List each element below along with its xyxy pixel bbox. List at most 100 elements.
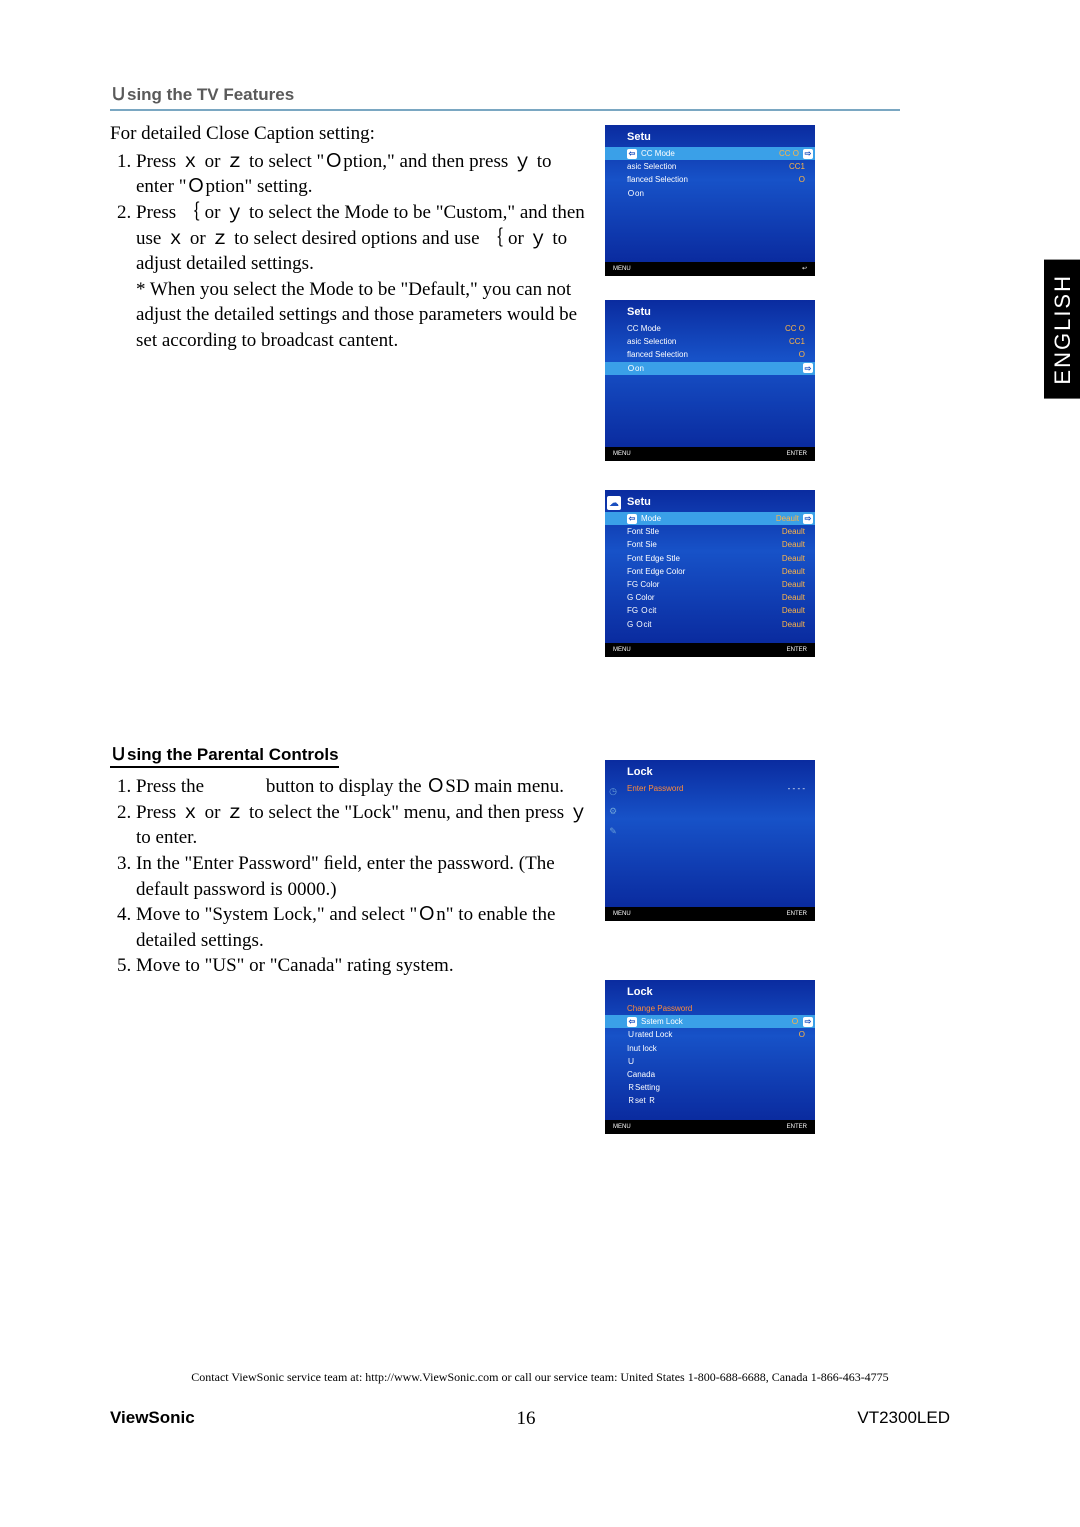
- osd-footer: MENU ENTER: [605, 643, 815, 657]
- osd-title: Setu: [605, 304, 815, 322]
- osd-key: ＲSetting: [627, 1082, 660, 1093]
- gear-icon: ☁: [607, 496, 621, 510]
- osd-value: Deault: [782, 526, 805, 537]
- osd-key: Sstem Lock: [637, 1016, 791, 1027]
- osd-row: Enter Password - - - -: [605, 782, 815, 795]
- osd-row: Font Edge ColorDeault: [605, 565, 815, 578]
- contact-footer: Contact ViewSonic service team at: http:…: [0, 1370, 1080, 1385]
- osd-row: Font Stle Deault: [605, 525, 815, 538]
- cc-note: * When you select the Mode to be "Defaul…: [136, 277, 590, 354]
- osd-row: Ｏon ⇨: [605, 362, 815, 375]
- footer-menu-hint: MENU: [613, 451, 631, 457]
- osd-key: Inut lock: [627, 1043, 657, 1054]
- list-item: Press the button to display the ＯSD main…: [136, 774, 590, 800]
- osd-key: asic Selection: [627, 161, 676, 172]
- divider: [110, 109, 900, 111]
- osd-row: Font SieDeault: [605, 538, 815, 551]
- osd-row: Ｏon: [605, 187, 815, 200]
- osd-value: Ｏ: [791, 1016, 799, 1027]
- osd-title: Lock: [605, 764, 815, 782]
- osd-value: O: [799, 349, 805, 360]
- osd-value: Deault: [782, 553, 805, 564]
- osd-row: Ｕrated Lock O: [605, 1028, 815, 1041]
- osd-key: CC Mode: [637, 148, 779, 159]
- osd-row: ⇦ Mode Deault ⇨: [605, 512, 815, 525]
- list-item: Move to "System Lock," and select "Ｏn" t…: [136, 902, 590, 953]
- arrow-left-icon: ⇦: [627, 1017, 637, 1027]
- arrow-right-icon: ⇨: [803, 363, 813, 373]
- osd-row: ⇦ Sstem Lock Ｏ ⇨: [605, 1015, 815, 1028]
- osd-key: ﬂanced Selection: [627, 349, 688, 360]
- osd-value: O: [799, 174, 805, 185]
- cc-intro: For detailed Close Caption setting:: [110, 121, 590, 147]
- osd-key: Enter Password: [627, 783, 683, 794]
- osd-row: Font Edge Stle Deault: [605, 552, 815, 565]
- model-number: VT2300LED: [857, 1408, 950, 1430]
- footer-menu-hint: MENU: [613, 911, 631, 917]
- osd-key: G Color: [627, 592, 655, 603]
- arrow-left-icon: ⇦: [627, 514, 637, 524]
- osd-row: Change Password: [605, 1002, 815, 1015]
- osd-key: FG Ｏcit: [627, 605, 656, 616]
- list-item: In the "Enter Password" ﬁeld, enter the …: [136, 851, 590, 902]
- osd-row: ＲSetting: [605, 1081, 815, 1094]
- osd-value: O: [799, 1029, 805, 1040]
- osd-value: CC O: [785, 323, 805, 334]
- osd-row: Ｕ: [605, 1055, 815, 1068]
- osd-value: Deault: [776, 513, 799, 524]
- osd-row: Ｒset Ｒ: [605, 1094, 815, 1107]
- osd-value: - - - -: [788, 783, 805, 794]
- footer-enter-hint: ENTER: [787, 647, 807, 653]
- osd-key: Font Stle: [627, 526, 659, 537]
- osd-row: ﬂanced Selection O: [605, 173, 815, 186]
- brand-name: ViewSonic: [110, 1408, 195, 1430]
- lock-icon: ✎: [606, 826, 620, 844]
- osd-key: ﬂanced Selection: [627, 174, 688, 185]
- footer-menu-hint: MENU: [613, 266, 631, 272]
- osd-key: Ｏon: [627, 363, 803, 374]
- osd-key: Mode: [637, 513, 776, 524]
- osd-row: Canada: [605, 1068, 815, 1081]
- list-item: Press ｛ or ｙ to select the Mode to be "C…: [136, 200, 590, 277]
- osd-footer: MENU ENTER: [605, 1120, 815, 1134]
- osd-title: Setu: [605, 494, 815, 512]
- page-footer: ViewSonic 16 VT2300LED: [110, 1408, 950, 1430]
- osd-row: G Color Deault: [605, 591, 815, 604]
- osd-value: Deault: [782, 592, 805, 603]
- gear-icon: ⚙: [606, 806, 620, 824]
- osd-key: G Ｏcit: [627, 619, 651, 630]
- footer-enter-hint: ENTER: [787, 451, 807, 457]
- footer-enter-hint: ENTER: [787, 1124, 807, 1130]
- footer-menu-hint: MENU: [613, 1124, 631, 1130]
- osd-setup-option: Setu CC Mode CC O asic Selection CC1 ﬂance…: [605, 300, 815, 461]
- heading-parental-controls: Ｕsing the Parental Controls: [110, 740, 339, 768]
- osd-value: CC1: [789, 161, 805, 172]
- osd-key: Ｕrated Lock: [627, 1029, 672, 1040]
- heading-tv-features: Ｕsing the TV Features: [110, 80, 900, 105]
- osd-key: CC Mode: [627, 323, 661, 334]
- osd-row: Inut lock: [605, 1042, 815, 1055]
- arrow-right-icon: ⇨: [803, 514, 813, 524]
- osd-row: ⇦ CC Mode CC O ⇨: [605, 147, 815, 160]
- osd-key: Font Sie: [627, 539, 657, 550]
- osd-setup-detail: ☁ Setu ⇦ Mode Deault ⇨ Font Stle Deault F…: [605, 490, 815, 657]
- osd-footer: MENU ↩: [605, 262, 815, 276]
- osd-value: Deault: [782, 579, 805, 590]
- osd-footer: MENU ENTER: [605, 907, 815, 921]
- osd-key: Canada: [627, 1069, 655, 1080]
- osd-icon-column: ◷ ⚙ ✎: [605, 760, 621, 907]
- osd-row: G ＯcitDeault: [605, 618, 815, 631]
- osd-key: FG Color: [627, 579, 659, 590]
- clock-icon: ◷: [606, 786, 620, 804]
- osd-key: Font Edge Stle: [627, 553, 680, 564]
- arrow-left-icon: ⇦: [627, 149, 637, 159]
- osd-key: Ｏon: [627, 188, 644, 199]
- osd-value: CC O: [779, 148, 799, 159]
- osd-row: FG Color Deault: [605, 578, 815, 591]
- osd-row: asic Selection CC1: [605, 335, 815, 348]
- osd-value: CC1: [789, 336, 805, 347]
- osd-row: CC Mode CC O: [605, 322, 815, 335]
- osd-key: Ｒset Ｒ: [627, 1095, 656, 1106]
- osd-setup-cc-mode: Setu ⇦ CC Mode CC O ⇨ asic SelectionCC1 …: [605, 125, 815, 276]
- osd-key: asic Selection: [627, 336, 676, 347]
